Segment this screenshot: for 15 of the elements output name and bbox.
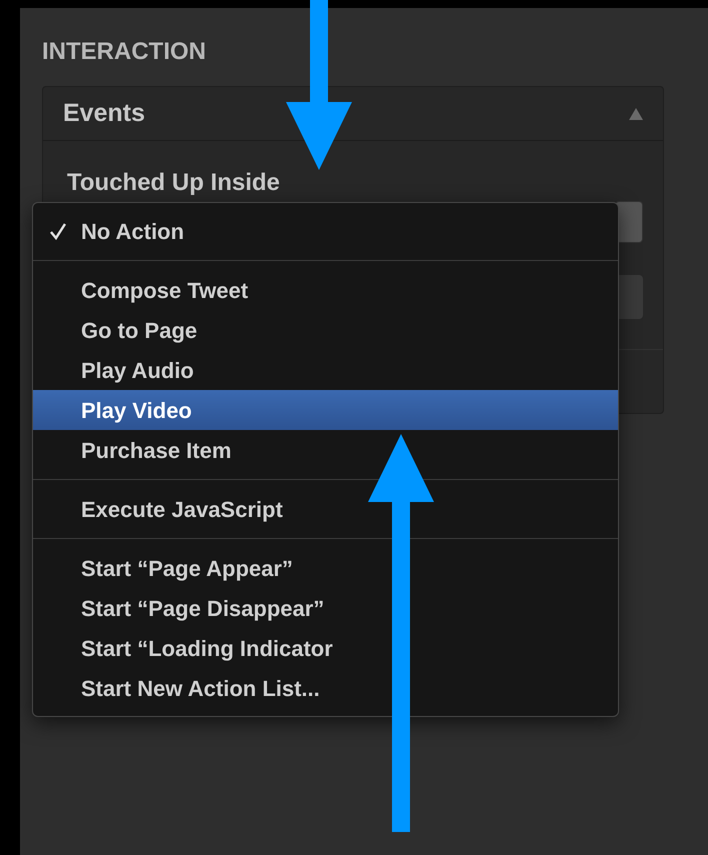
menu-item[interactable]: Start “Page Disappear”	[33, 588, 618, 628]
menu-item[interactable]: Start “Page Appear”	[33, 548, 618, 588]
menu-item[interactable]: Start New Action List...	[33, 668, 618, 708]
menu-item[interactable]: Go to Page	[33, 310, 618, 350]
menu-item[interactable]: Start “Loading Indicator	[33, 628, 618, 668]
menu-item[interactable]: Compose Tweet	[33, 270, 618, 310]
section-title: INTERACTION	[42, 37, 206, 67]
menu-item[interactable]: No Action	[33, 211, 618, 251]
menu-item[interactable]: Play Audio	[33, 350, 618, 390]
card-title: Events	[63, 98, 145, 129]
menu-item[interactable]: Execute JavaScript	[33, 489, 618, 529]
menu-item[interactable]: Purchase Item	[33, 430, 618, 470]
checkmark-icon	[49, 222, 67, 240]
event-label: Touched Up Inside	[67, 168, 280, 198]
menu-item[interactable]: Play Video	[33, 390, 618, 430]
